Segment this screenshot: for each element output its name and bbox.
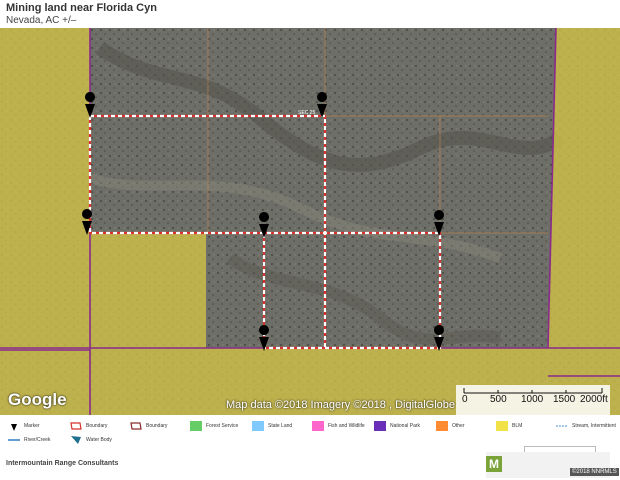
scale-label-1500: 1500 [553, 394, 576, 405]
forest-service-icon [190, 421, 202, 431]
scale-label-0: 0 [462, 394, 468, 405]
boundary-icon [70, 422, 82, 430]
legend-item: Water Body [70, 433, 112, 447]
legend-label: Stream, Intermittent [572, 423, 616, 429]
disclaimer-text [506, 456, 566, 461]
legend-item: Boundary [70, 419, 107, 433]
header: Mining land near Florida Cyn Nevada, AC … [0, 0, 620, 28]
other-icon [436, 421, 448, 431]
parcel-label: SEC 25 [298, 110, 315, 116]
legend-label: Other [452, 423, 465, 429]
legend-item: State Land [252, 419, 292, 433]
legend-label: Fish and Wildlife [328, 423, 365, 429]
marker-icon [11, 421, 17, 431]
listing-subtitle: Nevada, AC +/– [6, 15, 77, 26]
legend-item: Fish and Wildlife [312, 419, 365, 433]
blm-icon [496, 421, 508, 431]
state-land-icon [252, 421, 264, 431]
stream-icon [556, 425, 568, 427]
legend-item: River/Creek [8, 433, 50, 447]
mapright-logo: M [486, 456, 502, 472]
legend-item: Boundary [130, 419, 167, 433]
legend-label: State Land [268, 423, 293, 429]
scale-label-500: 500 [490, 394, 507, 405]
legend-label: Water Body [86, 437, 112, 443]
scale-label-2000ft: 2000ft [580, 394, 608, 405]
blm-texture [0, 28, 90, 233]
legend-label: River/Creek [24, 437, 51, 443]
water-body-icon [71, 436, 81, 444]
map-attribution: Map data ©2018 Imagery ©2018 , DigitalGl… [226, 399, 456, 411]
map-canvas[interactable]: SEC 25 [0, 28, 620, 415]
legend-item: Marker [8, 419, 40, 433]
fish-wildlife-icon [312, 421, 324, 431]
listing-title: Mining land near Florida Cyn [6, 2, 157, 14]
legend-label: Marker [24, 423, 40, 429]
legend-item: BLM [496, 419, 522, 433]
legend-label: Boundary [86, 423, 108, 429]
legend-label: Forest Service [206, 423, 239, 429]
legend-label: BLM [512, 423, 523, 429]
legend-label: National Park [390, 423, 421, 429]
legend-item: National Park [374, 419, 420, 433]
boundary-icon [130, 422, 142, 430]
legend-item: Stream, Intermittent [556, 419, 616, 433]
river-icon [8, 439, 20, 441]
map-viewport[interactable]: SEC 25 Google Map data ©2018 Imagery ©20… [0, 28, 620, 415]
scale-bar: 0 500 1000 1500 2000ft [456, 385, 610, 415]
national-park-icon [374, 421, 386, 431]
legend-item: Other [436, 419, 465, 433]
legend-item: Forest Service [190, 419, 238, 433]
blm-texture [556, 28, 620, 348]
legend-label: Boundary [146, 423, 168, 429]
scale-label-1000: 1000 [521, 394, 544, 405]
company-name: Intermountain Range Consultants [6, 460, 119, 467]
scale-ruler [463, 388, 603, 394]
google-logo: Google [8, 390, 67, 409]
copyright-badge: ©2018 NNRMLS [570, 468, 619, 476]
